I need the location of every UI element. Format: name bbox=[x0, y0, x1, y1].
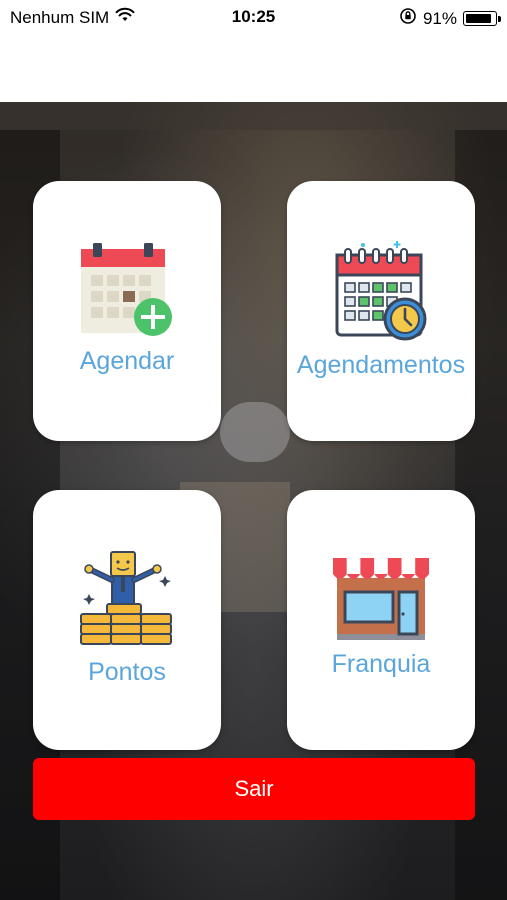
points-label: Pontos bbox=[88, 658, 166, 686]
appointments-tile[interactable]: Agendamentos bbox=[287, 181, 475, 441]
appointments-label: Agendamentos bbox=[296, 351, 466, 379]
battery-icon bbox=[463, 11, 501, 26]
header bbox=[0, 36, 507, 102]
calendar-clock-icon bbox=[333, 241, 429, 346]
store-icon bbox=[331, 556, 431, 645]
battery-percent: 91% bbox=[422, 8, 457, 28]
points-reward-icon bbox=[77, 548, 177, 653]
status-right: 91% bbox=[399, 7, 501, 30]
schedule-tile[interactable]: Agendar bbox=[33, 181, 221, 441]
battery-fill bbox=[466, 14, 491, 23]
status-bar: Nenhum SIM 10:25 91% bbox=[0, 0, 507, 36]
orientation-lock-icon bbox=[399, 7, 417, 30]
app-screen: Nenhum SIM 10:25 91% Agendar Agendamento… bbox=[0, 0, 507, 900]
points-tile[interactable]: Pontos bbox=[33, 490, 221, 750]
schedule-label: Agendar bbox=[79, 347, 175, 375]
franchise-label: Franquia bbox=[331, 650, 431, 678]
calendar-add-icon bbox=[79, 241, 175, 342]
logout-button[interactable]: Sair bbox=[33, 758, 475, 820]
franchise-tile[interactable]: Franquia bbox=[287, 490, 475, 750]
